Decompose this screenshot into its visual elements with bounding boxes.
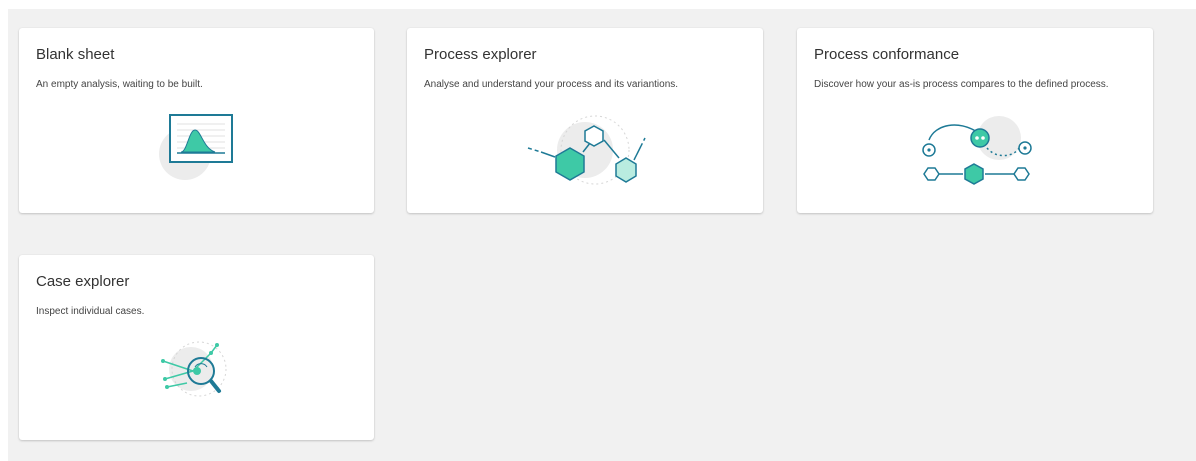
card-title: Blank sheet — [36, 46, 115, 63]
event-node-center — [970, 128, 990, 148]
card-description: Analyse and understand your process and … — [424, 79, 679, 90]
card-description: Discover how your as-is process compares… — [814, 79, 1109, 90]
hexagon-node-large — [555, 147, 585, 181]
card-title: Process conformance — [814, 46, 960, 63]
template-card-case-explorer[interactable]: Case explorer Inspect individual cases. — [19, 255, 374, 440]
blank-sheet-illustration — [159, 114, 233, 180]
template-card-blank-sheet[interactable]: Blank sheet An empty analysis, waiting t… — [19, 28, 374, 213]
hexagon-node-right — [615, 157, 637, 183]
templates-grid: Blank sheet An empty analysis, waiting t… — [8, 9, 1196, 461]
template-card-process-explorer[interactable]: Process explorer Analyse and understand … — [407, 28, 763, 213]
background-blob — [169, 347, 213, 391]
template-card-process-conformance[interactable]: Process conformance Discover how your as… — [797, 28, 1153, 213]
hexagon-node-top — [584, 125, 604, 147]
process-explorer-illustration — [527, 115, 646, 185]
card-description: An empty analysis, waiting to be built. — [36, 79, 203, 90]
card-title: Process explorer — [424, 46, 537, 63]
card-title: Case explorer — [36, 273, 130, 290]
magnifier-handle — [209, 379, 221, 393]
process-conformance-illustration — [922, 116, 1032, 185]
card-description: Inspect individual cases. — [36, 306, 145, 317]
hexagon-node-center — [964, 163, 984, 185]
case-explorer-illustration — [161, 341, 227, 397]
